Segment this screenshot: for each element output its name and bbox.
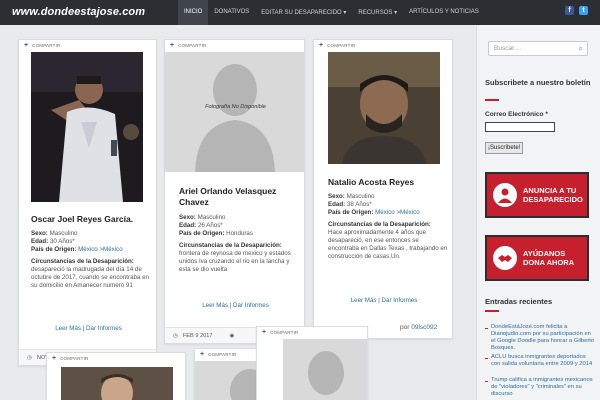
heading-accent (485, 310, 499, 312)
missing-person-card: + COMPARTIR (256, 326, 368, 400)
nav-inicio[interactable]: INICIO (178, 0, 209, 25)
person-photo-placeholder[interactable]: Fotografía No Disponible (165, 52, 304, 172)
top-navbar: www.dondeestajose.com INICIO DONATIVOS E… (0, 0, 600, 25)
email-label: Correo Electrónico * (485, 111, 548, 118)
card-links: Leer Más | Dar Informes (55, 325, 122, 332)
disappearance-circumstances: Hace aproximadamente 4 años que desapare… (328, 229, 448, 260)
announce-missing-banner[interactable]: ANUNCIA A TU DESAPARECIDO (485, 172, 589, 218)
share-label[interactable]: COMPARTIR (208, 352, 236, 357)
search-input[interactable]: Buscar ... ⌕ (488, 41, 588, 56)
plus-icon[interactable]: + (170, 42, 174, 49)
recent-post-link[interactable]: ACLU busca inmigrantes deportados con sa… (491, 354, 595, 368)
plus-icon[interactable]: + (24, 42, 28, 49)
plus-icon[interactable]: + (200, 351, 204, 358)
nav-editar-desaparecido[interactable]: EDITAR SU DESAPARECIDO ▾ (255, 0, 352, 25)
missing-person-card: + COMPARTIR Fotografía No Disponible Ari… (164, 39, 305, 344)
email-field[interactable] (485, 122, 555, 132)
card-links: Leer Más | Dar Informes (202, 302, 269, 309)
facebook-icon[interactable]: f (565, 6, 574, 15)
main-nav: INICIO DONATIVOS EDITAR SU DESAPARECIDO … (178, 0, 485, 25)
disappearance-circumstances: desapareció la madrugada del día 14 de o… (31, 266, 149, 289)
heading-accent (485, 99, 499, 101)
search-icon[interactable]: ⌕ (579, 44, 583, 54)
person-name[interactable]: Oscar Joel Reyes García. (31, 214, 156, 225)
give-info-link[interactable]: Dar Informes (86, 325, 122, 332)
banner-text: AYÚDANOS DONA AHORA (523, 249, 575, 267)
site-logo[interactable]: www.dondeestajose.com (12, 6, 145, 18)
person-photo-placeholder[interactable] (283, 339, 367, 400)
card-links: Leer Más | Dar Informes (350, 297, 418, 304)
list-bullet (485, 358, 488, 359)
calendar-icon: ◷ (27, 354, 32, 361)
read-more-link[interactable]: Leer Más (202, 302, 228, 309)
eye-icon: ◉ (229, 332, 235, 339)
photo-unavailable-text: Fotografía No Disponible (205, 104, 266, 110)
silhouette-icon (308, 351, 344, 395)
recent-post-link[interactable]: Trump califica a inmigrantes mexicanos d… (491, 377, 595, 398)
share-label[interactable]: COMPARTIR (60, 356, 88, 361)
share-bar[interactable]: + COMPARTIR (195, 349, 236, 359)
share-bar[interactable]: + COMPARTIR (165, 40, 206, 50)
share-label[interactable]: COMPARTIR (178, 43, 206, 48)
list-bullet (485, 328, 488, 329)
subscribe-button[interactable]: ¡Suscríbete! (485, 142, 524, 154)
missing-person-card: + COMPARTIR Oscar Joel Reyes García. Sex… (18, 39, 157, 366)
plus-icon[interactable]: + (52, 355, 56, 362)
share-label[interactable]: COMPARTIR (327, 43, 355, 48)
plus-icon[interactable]: + (319, 42, 323, 49)
read-more-link[interactable]: Leer Más (55, 325, 81, 332)
read-more-link[interactable]: Leer Más (351, 297, 377, 304)
banner-text: ANUNCIA A TU DESAPARECIDO (523, 186, 583, 204)
nav-articulos-noticias[interactable]: ARTÍCULOS Y NOTICIAS (403, 0, 485, 25)
search-placeholder: Buscar ... (494, 45, 522, 52)
list-bullet (485, 381, 488, 382)
person-photo[interactable] (61, 367, 173, 400)
person-photo[interactable] (328, 52, 440, 164)
person-details: Sexo: Masculino Edad: 38 Años* País de O… (328, 193, 448, 260)
plus-icon[interactable]: + (262, 329, 266, 336)
recent-post-link[interactable]: DondeEstáJosé.com felicita a Dianojudio.… (491, 324, 595, 352)
share-label[interactable]: COMPARTIR (32, 43, 60, 48)
post-author: por 09lsc092 (400, 324, 438, 331)
subscribe-heading: Subscribete a nuestro boletín (485, 78, 591, 87)
nav-recursos[interactable]: RECURSOS ▾ (352, 0, 403, 25)
silhouette-icon (195, 64, 275, 172)
person-name[interactable]: Natalio Acosta Reyes (328, 177, 452, 188)
handshake-icon (493, 246, 517, 270)
recent-posts-heading: Entradas recientes (485, 297, 553, 306)
person-icon (493, 183, 517, 207)
person-name[interactable]: Ariel Orlando Velasquez Chavez (179, 186, 304, 208)
share-bar[interactable]: + COMPARTIR (314, 40, 355, 50)
share-label[interactable]: COMPARTIR (270, 330, 298, 335)
share-bar[interactable]: + COMPARTIR (257, 327, 298, 337)
author-link[interactable]: 09lsc092 (411, 324, 437, 331)
post-date: FEB 9 2017 (182, 332, 213, 339)
share-bar[interactable]: + COMPARTIR (47, 353, 88, 363)
nav-donativos[interactable]: DONATIVOS (208, 0, 255, 25)
missing-person-card: + COMPARTIR (46, 352, 186, 400)
social-links: f t (565, 6, 588, 15)
sidebar: Buscar ... ⌕ Subscribete a nuestro bolet… (476, 25, 600, 400)
give-info-link[interactable]: Dar Informes (233, 302, 269, 309)
person-photo[interactable] (31, 52, 143, 202)
disappearance-circumstances: frontera de reynosa de mexico y estados … (179, 250, 291, 273)
person-details: Sexo: Masculino Edad: 26 Años* País de O… (179, 214, 301, 274)
person-details: Sexo: Masculino Edad: 30 Años* País de O… (31, 230, 149, 289)
share-bar[interactable]: + COMPARTIR (19, 40, 60, 50)
twitter-icon[interactable]: t (579, 6, 588, 15)
give-info-link[interactable]: Dar Informes (382, 297, 418, 304)
calendar-icon: ◷ (173, 332, 178, 339)
missing-person-card: + COMPARTIR Natalio Acosta Reyes Sexo: M… (313, 39, 453, 339)
donate-banner[interactable]: AYÚDANOS DONA AHORA (485, 235, 589, 281)
